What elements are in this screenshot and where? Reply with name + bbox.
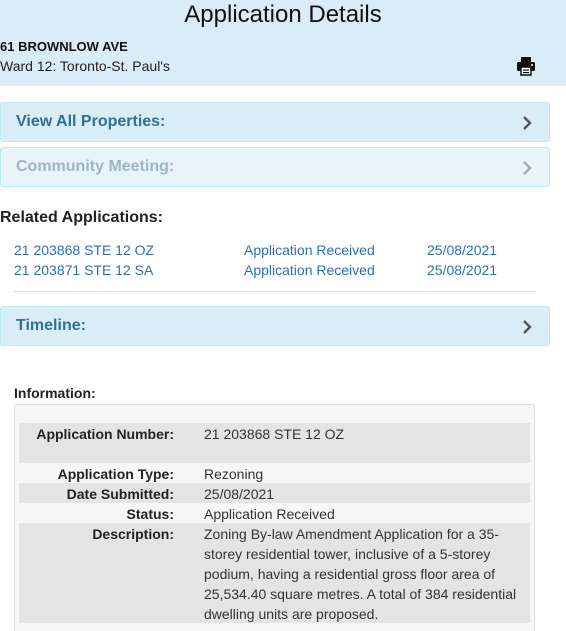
info-row-application-type: Application Type: Rezoning (19, 463, 530, 483)
chevron-right-icon (523, 161, 532, 175)
view-all-properties-label: View All Properties: (16, 113, 166, 130)
info-value: Zoning By-law Amendment Application for … (204, 526, 517, 622)
related-application-status[interactable]: Application Received (244, 242, 375, 258)
related-applications-heading: Related Applications: (0, 209, 163, 226)
community-meeting-panel[interactable]: Community Meeting: (0, 147, 550, 187)
info-label: Application Type: (57, 466, 174, 482)
community-meeting-label: Community Meeting: (16, 158, 175, 175)
page-title: Application Details (184, 1, 382, 28)
related-application-status[interactable]: Application Received (244, 262, 375, 278)
related-application-link[interactable]: 21 203868 STE 12 OZ (14, 242, 154, 258)
info-row-application-number: Application Number: 21 203868 STE 12 OZ (19, 423, 530, 463)
information-heading: Information: (14, 385, 96, 401)
information-table: Application Number: 21 203868 STE 12 OZ … (14, 404, 535, 631)
property-address: 61 BROWNLOW AVE (0, 39, 128, 54)
page-header: Application Details 61 BROWNLOW AVE Ward… (0, 0, 566, 86)
info-label: Date Submitted: (66, 486, 174, 502)
info-label: Description: (92, 526, 174, 542)
info-row-status: Status: Application Received (19, 503, 530, 523)
related-application-link[interactable]: 21 203871 STE 12 SA (14, 262, 153, 278)
info-label: Application Number: (36, 426, 174, 442)
info-row-description: Description: Zoning By-law Amendment App… (19, 523, 530, 623)
divider (14, 291, 536, 292)
ward-label: Ward 12: Toronto-St. Paul's (0, 58, 170, 74)
printer-icon[interactable] (516, 56, 536, 76)
info-value: Application Received (204, 506, 335, 522)
related-application-date[interactable]: 25/08/2021 (427, 242, 497, 258)
view-all-properties-panel[interactable]: View All Properties: (0, 102, 550, 142)
timeline-panel[interactable]: Timeline: (0, 306, 550, 346)
related-application-row: 21 203871 STE 12 SA Application Received… (14, 262, 534, 282)
related-application-date[interactable]: 25/08/2021 (427, 262, 497, 278)
info-value: 25/08/2021 (204, 486, 275, 502)
chevron-right-icon (523, 116, 532, 130)
chevron-right-icon (523, 320, 532, 334)
timeline-label: Timeline: (16, 317, 86, 334)
info-value: 21 203868 STE 12 OZ (204, 426, 345, 442)
related-application-row: 21 203868 STE 12 OZ Application Received… (14, 242, 534, 262)
info-label: Status: (126, 506, 174, 522)
info-row-date-submitted: Date Submitted: 25/08/2021 (19, 483, 530, 503)
info-value: Rezoning (204, 466, 264, 482)
